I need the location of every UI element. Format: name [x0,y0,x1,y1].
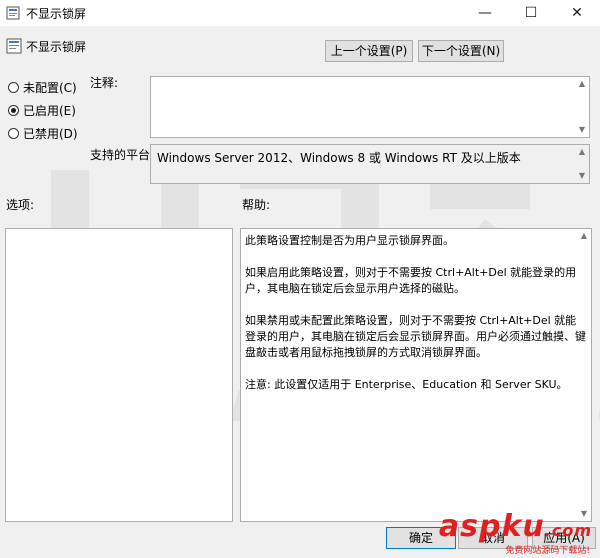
radio-circle[interactable] [8,81,19,93]
options-label: 选项: [6,198,35,212]
comment-label: 注释: [90,76,119,90]
radio-disabled[interactable]: 已禁用(D) [8,124,78,142]
next-setting-button[interactable]: 下一个设置(N) [418,40,504,62]
scroll-up-icon[interactable]: ▲ [575,77,589,91]
aspku-domain: .com [544,521,592,540]
close-button[interactable]: ✕ [554,0,600,26]
comment-textarea[interactable]: ▲ ▼ [150,76,590,138]
platform-label: 支持的平台: [90,148,155,162]
policy-name: 不显示锁屏 [26,40,87,54]
aspku-brand: aspku [438,509,545,544]
radio-label: 已禁用(D) [23,126,78,141]
radio-circle[interactable] [8,127,19,139]
comment-scrollbar[interactable]: ▲ ▼ [575,77,589,137]
radio-circle-checked[interactable] [8,104,19,116]
platform-scrollbar[interactable]: ▲ ▼ [575,145,589,183]
policy-app-icon [6,6,20,20]
title-bar: 不显示锁屏 — ☐ ✕ [0,0,600,26]
scroll-up-icon[interactable]: ▲ [577,229,591,243]
options-pane [5,228,233,522]
help-scrollbar[interactable]: ▲ ▼ [577,229,591,521]
help-paragraph: 如果禁用或未配置此策略设置，则对于不需要按 Ctrl+Alt+Del 就能登录的… [245,314,586,359]
radio-not-configured[interactable]: 未配置(C) [8,78,77,96]
policy-setting-icon [6,38,22,54]
maximize-button[interactable]: ☐ [508,0,554,26]
help-paragraph: 注意: 此设置仅适用于 Enterprise、Education 和 Serve… [245,378,568,391]
scroll-down-icon[interactable]: ▼ [575,169,589,183]
scroll-up-icon[interactable]: ▲ [575,145,589,159]
platform-field: Windows Server 2012、Windows 8 或 Windows … [150,144,590,184]
help-paragraph: 如果启用此策略设置，则对于不需要按 Ctrl+Alt+Del 就能登录的用户，其… [245,266,577,295]
window-title: 不显示锁屏 [26,7,87,21]
previous-setting-button[interactable]: 上一个设置(P) [325,40,413,62]
aspku-watermark-sub: 免费网站源码下载站! [505,546,590,556]
scroll-down-icon[interactable]: ▼ [575,123,589,137]
radio-enabled[interactable]: 已启用(E) [8,101,76,119]
help-label: 帮助: [242,198,271,212]
help-paragraph: 此策略设置控制是否为用户显示锁屏界面。 [245,234,454,247]
radio-label: 已启用(E) [23,103,76,118]
aspku-watermark: aspku.com [439,509,592,544]
radio-label: 未配置(C) [23,80,77,95]
platform-value: Windows Server 2012、Windows 8 或 Windows … [157,151,521,165]
minimize-button[interactable]: — [462,0,508,26]
help-pane: 此策略设置控制是否为用户显示锁屏界面。 如果启用此策略设置，则对于不需要按 Ct… [240,228,592,522]
